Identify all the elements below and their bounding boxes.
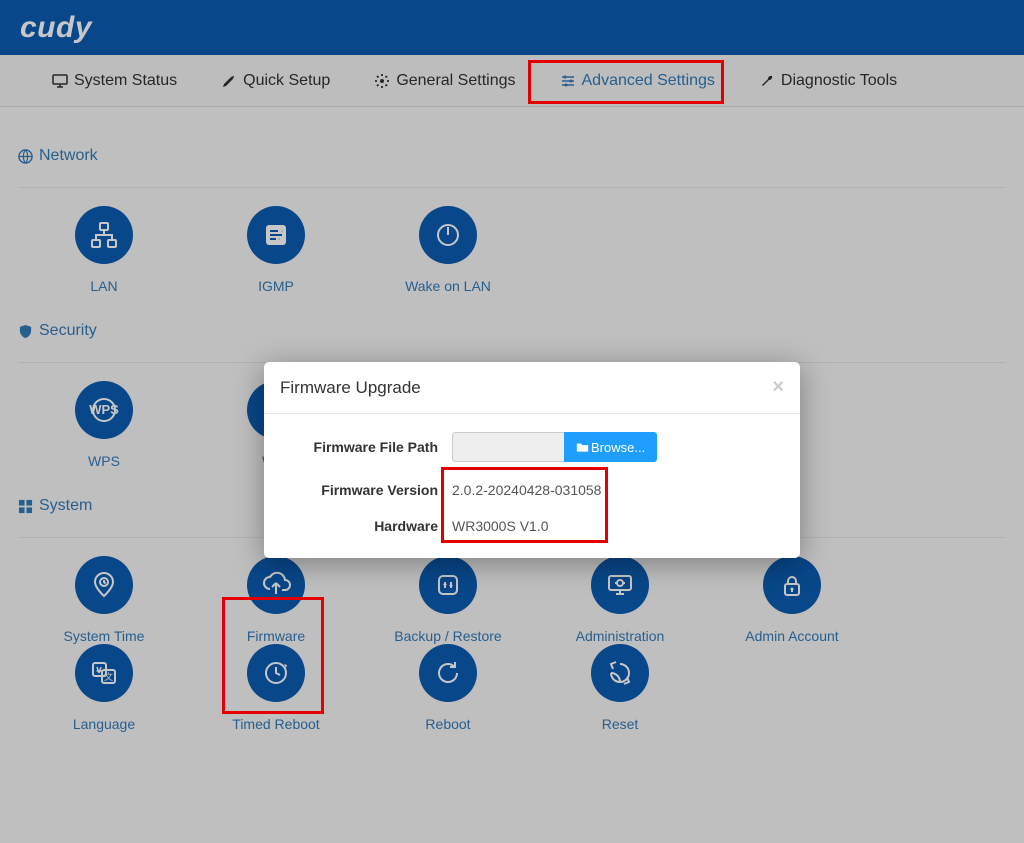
hardware-label: Hardware bbox=[284, 518, 452, 534]
close-icon[interactable]: × bbox=[772, 376, 784, 399]
folder-icon bbox=[576, 441, 589, 454]
version-value: 2.0.2-20240428-031058 bbox=[452, 482, 780, 498]
modal-body: Firmware File Path Browse... Firmware Ve… bbox=[264, 414, 800, 558]
hardware-value: WR3000S V1.0 bbox=[452, 518, 780, 534]
browse-button[interactable]: Browse... bbox=[564, 432, 657, 462]
modal-title: Firmware Upgrade bbox=[280, 378, 421, 398]
modal-header: Firmware Upgrade × bbox=[264, 362, 800, 414]
firmware-upgrade-modal: Firmware Upgrade × Firmware File Path Br… bbox=[264, 362, 800, 558]
file-path-input[interactable] bbox=[452, 432, 564, 462]
version-label: Firmware Version bbox=[284, 482, 452, 498]
file-path-label: Firmware File Path bbox=[284, 439, 452, 455]
